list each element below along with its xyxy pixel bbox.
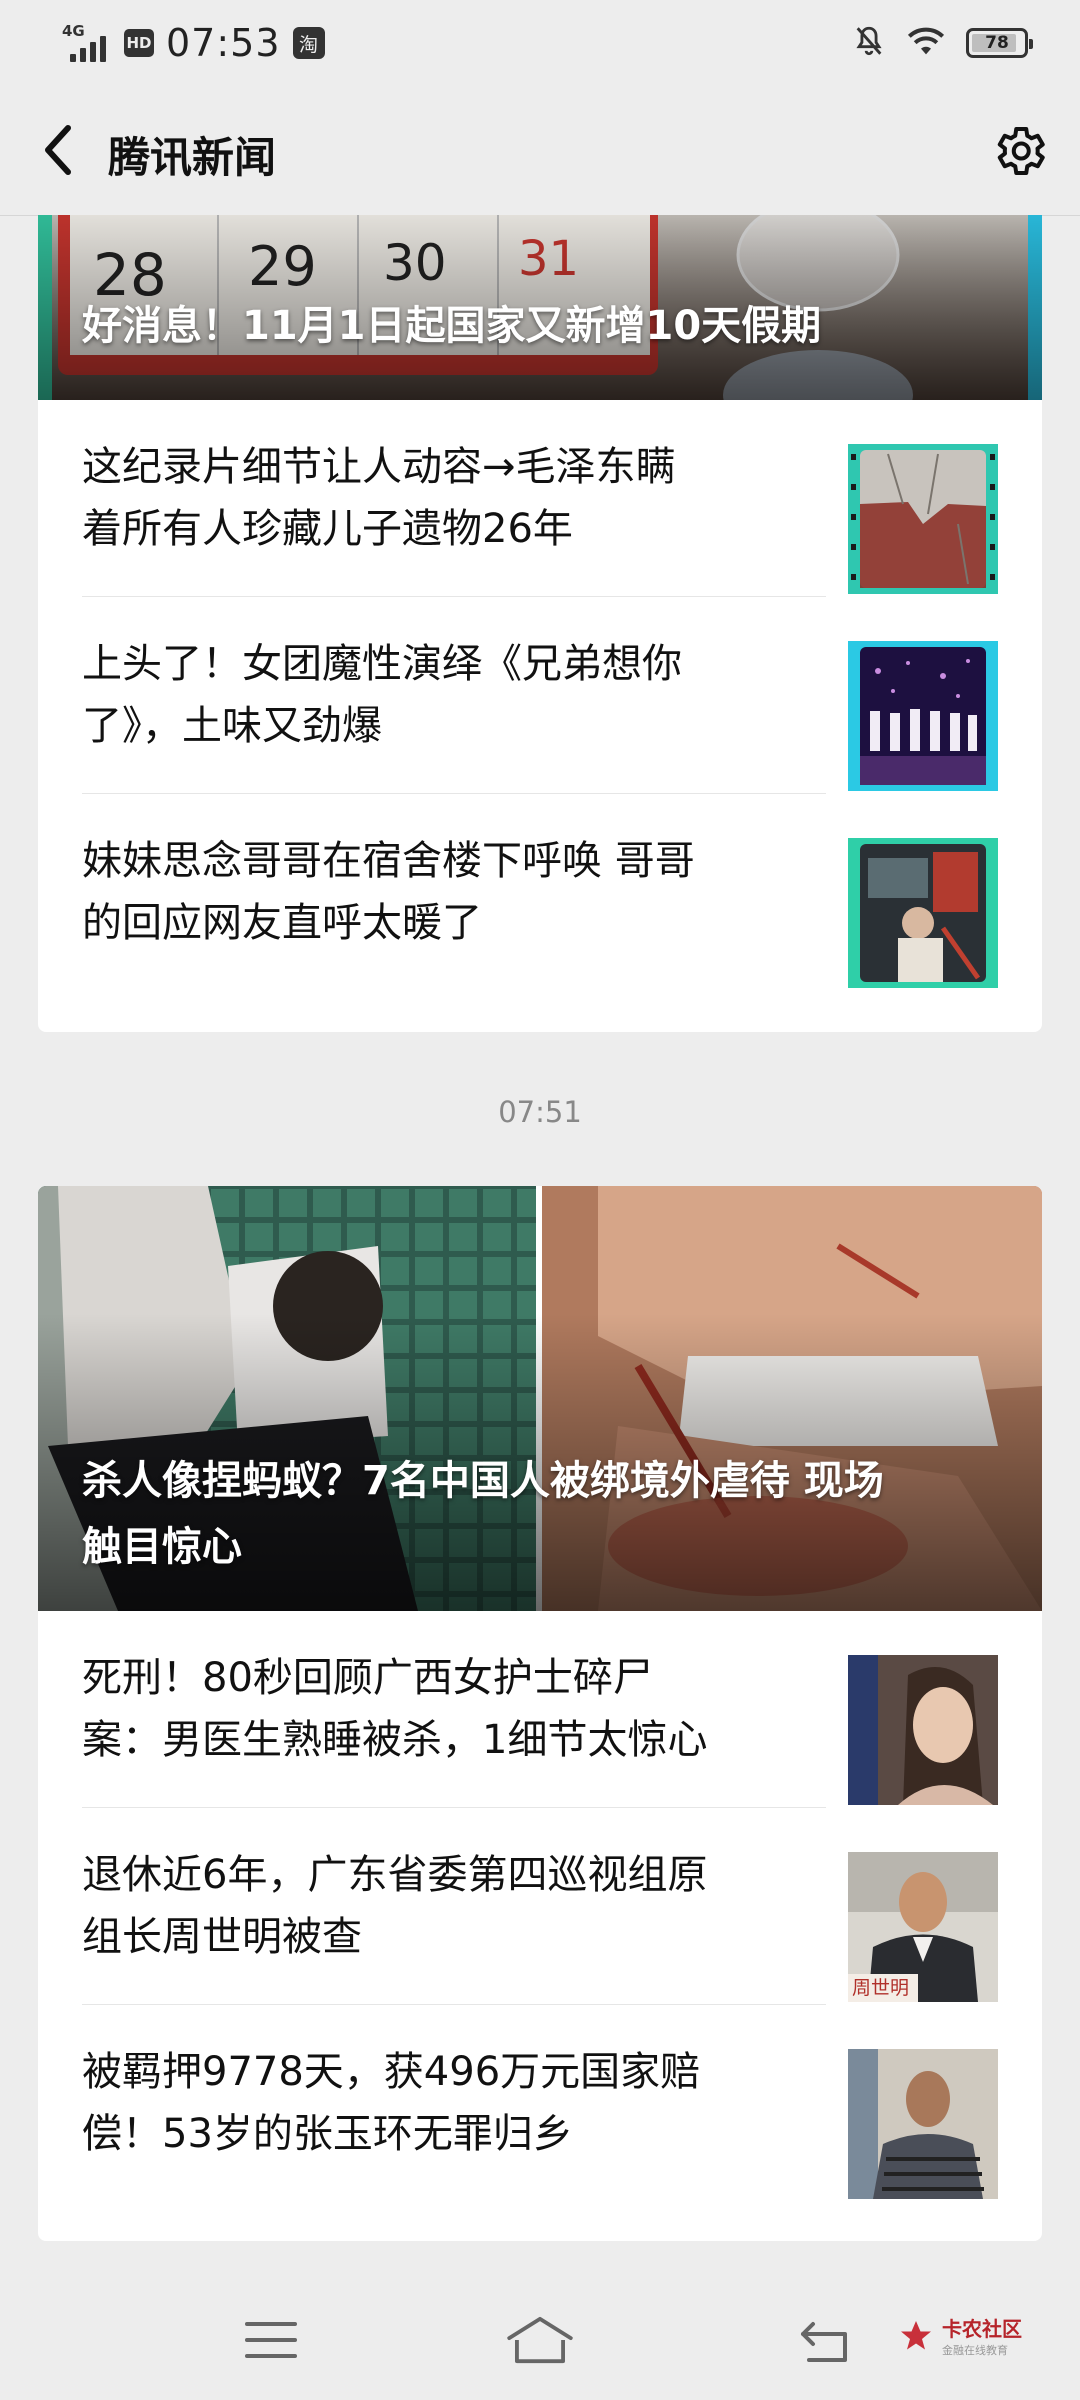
back-nav-button[interactable] bbox=[790, 2305, 860, 2375]
status-right: 78 bbox=[852, 18, 1033, 68]
news-card: 杀人像捏蚂蚁？7名中国人被绑境外虐待 现场 触目惊心 死刑！80秒回顾广西女护士… bbox=[38, 1186, 1042, 2241]
status-time: 07:53 bbox=[166, 21, 281, 65]
timestamp-separator: 07:51 bbox=[498, 1095, 582, 1129]
settings-button[interactable] bbox=[986, 118, 1052, 184]
gear-icon bbox=[997, 127, 1045, 175]
wifi-icon bbox=[906, 24, 946, 62]
watermark-text: 卡农社区 bbox=[942, 2317, 1022, 2341]
news-item[interactable]: 这纪录片细节让人动容→毛泽东瞒 着所有人珍藏儿子遗物26年 bbox=[82, 400, 998, 596]
news-thumbnail: 周世明 bbox=[848, 1852, 998, 2002]
news-thumbnail bbox=[848, 641, 998, 791]
news-item-title: 退休近6年，广东省委第四巡视组原 组长周世明被查 bbox=[82, 1852, 708, 1960]
headline-title: 杀人像捏蚂蚁？7名中国人被绑境外虐待 现场 触目惊心 bbox=[82, 1458, 884, 1570]
menu-button[interactable] bbox=[236, 2305, 306, 2375]
news-item[interactable]: 死刑！80秒回顾广西女护士碎尸 案：男医生熟睡被杀，1细节太惊心 bbox=[82, 1611, 998, 1807]
hd-icon: HD bbox=[124, 29, 154, 57]
signal-icon: 4G bbox=[62, 22, 112, 64]
home-button[interactable] bbox=[505, 2305, 575, 2375]
back-button[interactable] bbox=[28, 120, 88, 180]
headline-banner[interactable]: 28 29 30 31 好消息！11月1日起国家又新增10天假期 bbox=[38, 215, 1042, 400]
app-header: 腾讯新闻 bbox=[0, 90, 1080, 216]
menu-icon bbox=[245, 2322, 297, 2358]
status-bar: 4G HD 07:53 淘 78 bbox=[0, 0, 1080, 90]
thumbnail-caption: 周世明 bbox=[852, 1977, 910, 1999]
page-title: 腾讯新闻 bbox=[108, 133, 277, 182]
chevron-left-icon bbox=[45, 125, 71, 175]
headline-title: 好消息！11月1日起国家又新增10天假期 bbox=[82, 303, 822, 349]
news-thumbnail bbox=[848, 444, 998, 594]
news-item[interactable]: 妹妹思念哥哥在宿舍楼下呼唤 哥哥 的回应网友直呼太暖了 bbox=[82, 794, 998, 990]
watermark-subtext: 金融在线教育 bbox=[942, 2344, 1008, 2357]
watermark-logo-icon bbox=[901, 2320, 931, 2349]
watermark: 卡农社区 金融在线教育 bbox=[898, 2313, 1022, 2358]
news-item-title: 死刑！80秒回顾广西女护士碎尸 案：男医生熟睡被杀，1细节太惊心 bbox=[82, 1655, 708, 1763]
taobao-icon: 淘 bbox=[292, 27, 325, 59]
news-thumbnail bbox=[848, 2049, 998, 2199]
news-item-title: 被羁押9778天，获496万元国家赔 偿！53岁的张玉环无罪归乡 bbox=[82, 2049, 701, 2157]
battery-level: 78 bbox=[985, 33, 1009, 53]
home-icon bbox=[507, 2316, 573, 2364]
headline-banner[interactable]: 杀人像捏蚂蚁？7名中国人被绑境外虐待 现场 触目惊心 bbox=[38, 1186, 1042, 1611]
back-arrow-icon bbox=[801, 2322, 847, 2362]
news-item-title: 上头了！女团魔性演绎《兄弟想你 了》，土味又劲爆 bbox=[82, 641, 682, 749]
news-thumbnail bbox=[848, 838, 998, 988]
news-item[interactable]: 退休近6年，广东省委第四巡视组原 组长周世明被查 周世明 bbox=[82, 1808, 998, 2004]
status-left: 4G HD 07:53 淘 bbox=[62, 18, 325, 68]
mute-icon bbox=[852, 24, 886, 62]
battery-icon: 78 bbox=[966, 28, 1033, 58]
news-thumbnail bbox=[848, 1655, 998, 1805]
news-item-title: 妹妹思念哥哥在宿舍楼下呼唤 哥哥 的回应网友直呼太暖了 bbox=[82, 838, 695, 946]
news-item[interactable]: 上头了！女团魔性演绎《兄弟想你 了》，土味又劲爆 bbox=[82, 597, 998, 793]
news-item-title: 这纪录片细节让人动容→毛泽东瞒 着所有人珍藏儿子遗物26年 bbox=[82, 444, 676, 552]
news-item[interactable]: 被羁押9778天，获496万元国家赔 偿！53岁的张玉环无罪归乡 bbox=[82, 2005, 998, 2201]
news-card: 28 29 30 31 好消息！11月1日起国家又新增10天假期 这纪录片细节让… bbox=[38, 215, 1042, 1032]
news-feed: 28 29 30 31 好消息！11月1日起国家又新增10天假期 这纪录片细节让… bbox=[0, 215, 1080, 2275]
system-nav-bar: 卡农社区 金融在线教育 bbox=[0, 2275, 1080, 2400]
